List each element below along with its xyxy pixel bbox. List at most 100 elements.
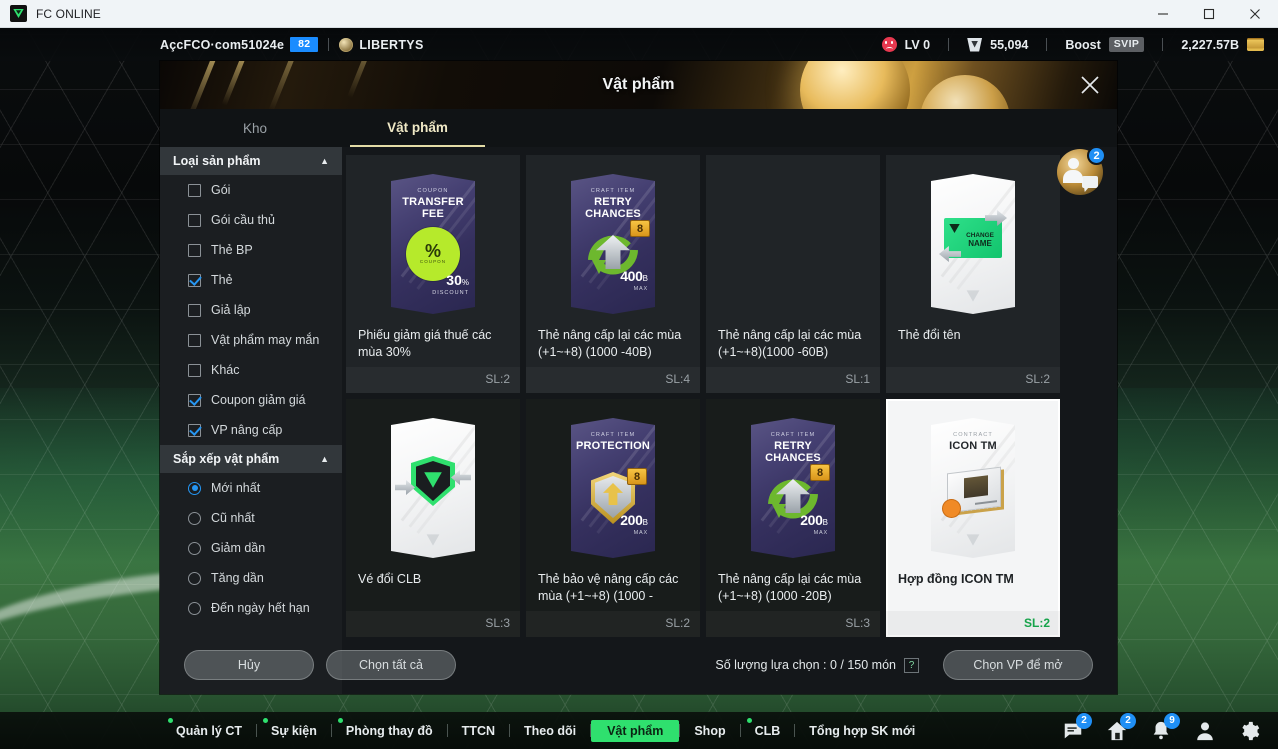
bell-icon[interactable]: 9 <box>1150 712 1180 742</box>
nav-theo-doi[interactable]: Theo dõi <box>510 719 590 743</box>
checkbox-icon[interactable] <box>188 393 201 407</box>
radio-icon[interactable] <box>188 481 201 495</box>
discount-value: 30% DISCOUNT <box>432 272 469 296</box>
nav-label: Phòng thay đồ <box>345 723 433 738</box>
notification-dot-icon <box>262 717 268 723</box>
item-card[interactable]: COUPON TRANSFER FEE % COUPON 30% DISCOUN… <box>346 155 520 393</box>
checkbox-icon[interactable] <box>188 273 201 287</box>
checkbox-icon[interactable] <box>188 183 201 197</box>
nav-vat-pham[interactable]: Vật phẩm <box>591 719 680 742</box>
filter-option-the[interactable]: Thẻ <box>160 265 342 295</box>
club-ticket-pack-icon <box>391 418 475 558</box>
filter-option-vat-pham-may-man[interactable]: Vật phẩm may mắn <box>160 325 342 355</box>
item-card[interactable]: CRAFT ITEM PROTECTION 8 200B MAX Thẻ bảo… <box>526 399 700 637</box>
watermark-icon <box>966 534 980 546</box>
maximize-button[interactable] <box>1186 0 1232 28</box>
checkbox-icon[interactable] <box>188 423 201 437</box>
sort-option-den-ngay-het-han[interactable]: Đến ngày hết hạn <box>160 593 342 623</box>
sort-label: Cũ nhất <box>211 511 255 525</box>
nav-ttcn[interactable]: TTCN <box>448 719 509 743</box>
filter-option-vp-nang-cap[interactable]: VP nâng cấp <box>160 415 342 445</box>
sort-option-tang-dan[interactable]: Tăng dần <box>160 563 342 593</box>
sort-option-cu-nhat[interactable]: Cũ nhất <box>160 503 342 533</box>
item-artwork: CRAFT ITEM RETRY CHANCES <box>526 155 700 327</box>
help-icon[interactable]: ? <box>904 657 919 673</box>
watermark-icon <box>966 290 980 302</box>
art-label-2: NAME <box>968 239 992 248</box>
item-card[interactable]: CRAFT ITEM RETRY CHANCES <box>706 399 880 637</box>
nav-icon-group: 2 2 9 <box>1062 712 1260 742</box>
item-price: 200B MAX <box>800 512 828 536</box>
item-quantity: SL:1 <box>845 372 870 386</box>
cancel-button[interactable]: Hủy <box>184 650 314 680</box>
window-titlebar: FC ONLINE <box>0 0 1278 28</box>
retry-chances-pack-icon: CRAFT ITEM RETRY CHANCES <box>571 174 655 314</box>
item-card[interactable]: Thẻ nâng cấp lại các mùa (+1~+8)(1000 -6… <box>706 155 880 393</box>
filter-option-goi-cau-thu[interactable]: Gói cầu thủ <box>160 205 342 235</box>
chevron-up-icon: ▲ <box>320 454 329 464</box>
item-card[interactable]: CRAFT ITEM RETRY CHANCES <box>526 155 700 393</box>
nav-tong-hop-sk-moi[interactable]: Tổng hợp SK mới <box>795 719 929 743</box>
nav-phong-thay-do[interactable]: Phòng thay đồ <box>332 717 447 743</box>
chat-icon[interactable]: 2 <box>1062 712 1092 742</box>
nav-quan-ly-ct[interactable]: Quản lý CT <box>162 717 256 743</box>
divider <box>1162 38 1164 51</box>
price-unit: B <box>822 518 828 527</box>
radio-icon[interactable] <box>188 601 201 615</box>
item-name: Vé đổi CLB <box>358 572 422 586</box>
item-quantity: SL:2 <box>665 616 690 630</box>
app-logo-icon <box>10 5 27 22</box>
nav-shop[interactable]: Shop <box>680 719 739 743</box>
price-label: MAX <box>633 530 648 536</box>
open-vp-button[interactable]: Chọn VP để mở <box>943 650 1093 680</box>
profile-icon[interactable] <box>1194 720 1216 742</box>
radio-icon[interactable] <box>188 541 201 555</box>
item-artwork: CHANGE NAME <box>886 155 1060 327</box>
coupon-pack-icon: COUPON TRANSFER FEE % COUPON 30% DISCOUN… <box>391 174 475 314</box>
tab-kho[interactable]: Kho <box>160 109 350 147</box>
close-button[interactable] <box>1232 0 1278 28</box>
filter-option-goi[interactable]: Gói <box>160 175 342 205</box>
tab-vat-pham[interactable]: Vật phẩm <box>350 109 485 147</box>
section-header-sort[interactable]: Sắp xếp vật phẩm ▲ <box>160 445 342 473</box>
bottom-navbar: Quản lý CT Sự kiện Phòng thay đồ TTCN Th… <box>0 712 1278 749</box>
item-card-selected[interactable]: CONTRACT ICON TM Hợp đồng ICON TM SL:2 <box>886 399 1060 637</box>
nav-label: Sự kiện <box>270 723 317 738</box>
close-icon[interactable] <box>1075 70 1105 100</box>
vip-badge: SVIP <box>1108 37 1145 52</box>
item-card[interactable]: Vé đổi CLB SL:3 <box>346 399 520 637</box>
filter-option-khac[interactable]: Khác <box>160 355 342 385</box>
checkbox-icon[interactable] <box>188 213 201 227</box>
filter-option-gia-lap[interactable]: Giả lập <box>160 295 342 325</box>
checkbox-icon[interactable] <box>188 333 201 347</box>
filter-option-the-bp[interactable]: Thẻ BP <box>160 235 342 265</box>
checkbox-icon[interactable] <box>188 363 201 377</box>
sort-option-moi-nhat[interactable]: Mới nhất <box>160 473 342 503</box>
gear-icon[interactable] <box>1238 720 1260 742</box>
radio-icon[interactable] <box>188 511 201 525</box>
items-content: COUPON TRANSFER FEE % COUPON 30% DISCOUN… <box>342 147 1117 694</box>
nav-label: Quản lý CT <box>176 723 242 738</box>
discount-number: 30 <box>446 272 462 288</box>
account-name: AçcFCO·com51024e <box>160 37 285 52</box>
filter-label: Thẻ <box>211 273 233 287</box>
avatar[interactable]: 2 <box>1057 146 1106 195</box>
item-name: Thẻ bảo vệ nâng cấp các mùa (+1~+8) (100… <box>538 572 679 603</box>
item-card[interactable]: CHANGE NAME Thẻ đổi tên SL:2 <box>886 155 1060 393</box>
nav-clb[interactable]: CLB <box>741 717 795 743</box>
checkbox-icon[interactable] <box>188 303 201 317</box>
radio-icon[interactable] <box>188 571 201 585</box>
item-quantity: SL:3 <box>485 616 510 630</box>
price-value: 200 <box>800 512 823 528</box>
home-icon[interactable]: 2 <box>1106 712 1136 742</box>
filter-option-coupon-giam-gia[interactable]: Coupon giảm giá <box>160 385 342 415</box>
select-all-button[interactable]: Chọn tất cả <box>326 650 456 680</box>
discount-label: DISCOUNT <box>432 290 469 296</box>
section-header-product-type[interactable]: Loại sản phẩm ▲ <box>160 147 342 175</box>
bell-badge: 9 <box>1164 712 1180 729</box>
minimize-button[interactable] <box>1140 0 1186 28</box>
nav-su-kien[interactable]: Sự kiện <box>257 717 331 743</box>
sort-option-giam-dan[interactable]: Giảm dần <box>160 533 342 563</box>
checkbox-icon[interactable] <box>188 243 201 257</box>
art-subtitle: CRAFT ITEM <box>770 432 816 438</box>
